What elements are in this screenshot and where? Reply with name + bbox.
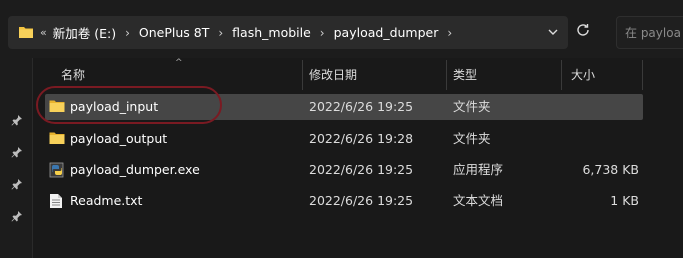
column-divider[interactable] [642, 60, 643, 90]
pin-icon[interactable] [11, 114, 23, 129]
pin-icon[interactable] [11, 178, 23, 193]
file-size: 1 KB [610, 193, 639, 208]
breadcrumb-drive[interactable]: 新加卷 (E:) [53, 23, 116, 42]
pin-icon[interactable] [11, 146, 23, 161]
address-bar[interactable]: « 新加卷 (E:) › OnePlus 8T › flash_mobile ›… [8, 16, 568, 49]
file-date: 2022/6/26 19:25 [309, 193, 414, 208]
file-row[interactable]: Readme.txt 2022/6/26 19:25 文本文档 1 KB [45, 188, 643, 214]
annotation-highlight [36, 86, 222, 124]
breadcrumb-oneplus[interactable]: OnePlus 8T [139, 25, 209, 40]
file-type: 应用程序 [453, 162, 504, 177]
file-row[interactable]: payload_dumper.exe 2022/6/26 19:25 应用程序 … [45, 157, 643, 183]
file-type: 文本文档 [453, 193, 504, 208]
text-file-icon [49, 193, 63, 212]
file-row[interactable]: payload_output 2022/6/26 19:28 文件夹 [45, 126, 643, 152]
file-name: payload_dumper.exe [70, 162, 200, 177]
breadcrumb-payload-dumper[interactable]: payload_dumper [334, 25, 439, 40]
breadcrumb-flash-mobile[interactable]: flash_mobile [232, 25, 311, 40]
column-header-size[interactable]: 大小 [571, 58, 595, 92]
column-divider[interactable] [302, 60, 303, 90]
file-name: payload_output [70, 131, 168, 146]
navigation-pane [0, 58, 32, 258]
file-size: 6,738 KB [582, 162, 639, 177]
pin-icon[interactable] [11, 210, 23, 225]
chevron-right-icon[interactable]: › [125, 26, 130, 40]
overflow-chevron-icon[interactable]: « [40, 26, 47, 39]
column-header-type[interactable]: 类型 [453, 58, 477, 92]
file-date: 2022/6/26 19:25 [309, 162, 414, 177]
search-input[interactable]: 在 payloa [616, 16, 683, 49]
folder-icon [18, 25, 34, 42]
file-type: 文件夹 [453, 99, 491, 114]
file-name: Readme.txt [70, 193, 143, 208]
column-divider[interactable] [561, 60, 562, 90]
toolbar: « 新加卷 (E:) › OnePlus 8T › flash_mobile ›… [0, 0, 683, 58]
folder-icon [49, 131, 65, 148]
chevron-right-icon[interactable]: › [320, 26, 325, 40]
column-header-date[interactable]: 修改日期 [309, 58, 357, 92]
column-divider[interactable] [446, 60, 447, 90]
chevron-right-icon[interactable]: › [218, 26, 223, 40]
chevron-down-icon[interactable] [546, 25, 560, 42]
refresh-icon[interactable] [575, 22, 591, 41]
file-date: 2022/6/26 19:28 [309, 131, 414, 146]
file-type: 文件夹 [453, 131, 491, 146]
python-exe-icon [49, 162, 65, 181]
chevron-right-icon[interactable]: › [447, 26, 452, 40]
sort-ascending-icon: ^ [175, 58, 183, 68]
file-date: 2022/6/26 19:25 [309, 99, 414, 114]
